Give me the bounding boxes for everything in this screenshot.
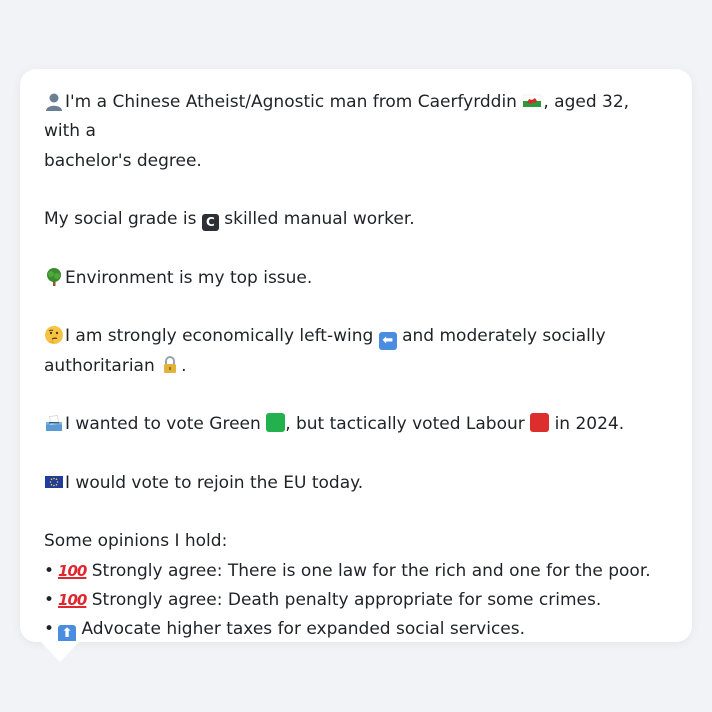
ideology-text-2: and moderately socially [402,326,606,347]
tree-icon [47,267,61,286]
left-arrow-icon: ⬅ [378,331,397,350]
top-issue-text: Environment is my top issue. [65,267,313,288]
bullet-marker: • [44,590,55,611]
identity-text-start: I'm a Chinese Atheist/Agnostic man from … [65,92,517,112]
vote-text-2: , but tactically voted Labour [285,414,525,435]
ideology-paragraph: I am strongly economically left-wing ⬅ a… [44,322,668,381]
social-grade-prefix: My social grade is [44,209,197,230]
letter-c-badge-icon: C [201,213,219,231]
bullet-marker: • [44,619,55,640]
vote-text-1: I wanted to vote Green [65,414,261,435]
identity-paragraph: I'm a Chinese Atheist/Agnostic man from … [44,88,668,176]
thinking-face-icon [45,326,63,345]
eu-flag-icon [45,475,63,488]
vote-text-3: in 2024. [554,414,625,435]
person-silhouette-icon [44,91,64,111]
opinion-list-item: • 100 Strongly agree: Death penalty appro… [44,586,668,615]
social-grade-suffix: skilled manual worker. [224,209,415,230]
green-square-icon [266,413,286,433]
lock-icon [164,355,177,373]
vote-paragraph: I wanted to vote Green , but tactically … [44,410,668,439]
ideology-text-1: I am strongly economically left-wing [65,326,374,347]
ballot-box-icon [46,415,62,432]
bubble-tail [40,641,80,662]
hundred-points-icon: 100 [58,561,87,580]
bullet-marker: • [44,560,55,581]
eu-text: I would vote to rejoin the EU today. [65,472,364,493]
wales-flag-icon [523,94,542,107]
opinion-text: Advocate higher taxes for expanded socia… [81,619,526,640]
message-bubble: I'm a Chinese Atheist/Agnostic man from … [20,69,692,644]
eu-paragraph: I would vote to rejoin the EU today. [44,469,668,498]
hundred-points-icon: 100 [58,591,87,610]
identity-line-1: I'm a Chinese Atheist/Agnostic man from … [44,88,668,147]
opinion-text: Strongly agree: There is one law for the… [91,560,651,581]
opinions-section: Some opinions I hold: • 100 Strongly agre… [44,527,668,644]
red-square-icon [530,413,550,433]
identity-line-2: bachelor's degree. [44,150,202,171]
social-grade-paragraph: My social grade is C skilled manual work… [44,205,668,234]
ideology-line-2: authoritarian . [44,352,668,381]
opinions-heading: Some opinions I hold: [44,531,228,552]
opinion-list-item: • ⬆ Advocate higher taxes for expanded so… [44,615,668,644]
top-issue-paragraph: Environment is my top issue. [44,264,668,293]
ideology-line-1: I am strongly economically left-wing ⬅ a… [44,322,668,351]
ideology-end: . [181,355,187,376]
opinion-list-item: • 100 Strongly agree: There is one law fo… [44,557,668,586]
ideology-text-3: authoritarian [44,355,155,376]
opinion-text: Strongly agree: Death penalty appropriat… [91,590,602,611]
